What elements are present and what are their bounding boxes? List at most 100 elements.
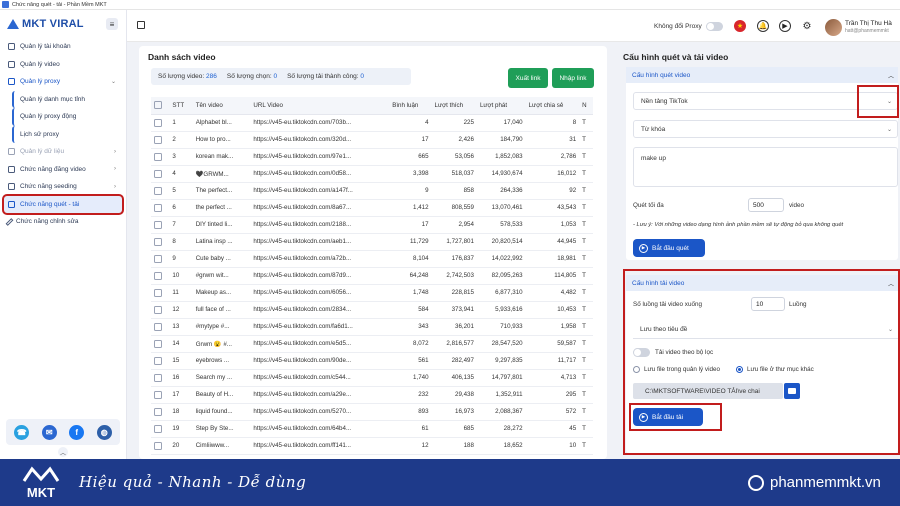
column-header[interactable]: Lượt thích — [431, 97, 477, 115]
table-row[interactable]: 7 DIY tinted li... https://v45-eu.tiktokcd… — [151, 216, 593, 234]
proxy-switch[interactable] — [705, 22, 723, 31]
row-checkbox[interactable] — [151, 437, 170, 455]
start-download-button[interactable]: ▶ Bắt đầu tải — [633, 408, 703, 426]
column-header[interactable]: N — [579, 97, 593, 115]
flag-vn-icon[interactable]: ★ — [734, 20, 746, 32]
bell-icon[interactable]: 🔔 — [757, 20, 769, 32]
row-checkbox[interactable] — [151, 335, 170, 353]
column-header[interactable]: Lượt chia sẻ — [525, 97, 580, 115]
facebook-icon[interactable]: f — [69, 424, 85, 440]
radio-button[interactable] — [633, 366, 640, 373]
column-header[interactable]: Lượt phát — [476, 97, 526, 115]
keyword-type-select[interactable]: Từ khóa ⌄ — [633, 120, 898, 138]
gear-icon[interactable]: ⚙ — [801, 20, 813, 32]
row-checkbox[interactable] — [151, 403, 170, 421]
download-config-header[interactable]: Cấu hình tải video ︿ — [626, 275, 898, 291]
table-row[interactable]: 13 #mytype #... https://v45-eu.tiktokcdn.c… — [151, 318, 593, 336]
sidebar-item-edit[interactable]: Chức năng chỉnh sửa — [4, 213, 122, 231]
messenger-icon[interactable]: ✉ — [41, 424, 57, 440]
filter-switch[interactable] — [633, 348, 650, 357]
row-checkbox[interactable] — [151, 199, 170, 217]
sidebar-item-post-video[interactable]: Chức năng đăng video › — [4, 161, 122, 179]
table-row[interactable]: 1 Alphabet bl... https://v45-eu.tiktokcdn.… — [151, 114, 593, 132]
row-checkbox[interactable] — [151, 250, 170, 268]
row-checkbox[interactable] — [151, 216, 170, 234]
sidebar-item-accounts[interactable]: Quản lý tài khoản — [4, 38, 122, 56]
radio-other-folder[interactable]: Lưu file ở thư mục khác — [736, 366, 814, 373]
row-checkbox[interactable] — [151, 386, 170, 404]
table-cell: T — [579, 233, 593, 251]
row-checkbox[interactable] — [151, 369, 170, 387]
table-row[interactable]: 5 The perfect... https://v45-eu.tiktokcdn.… — [151, 182, 593, 200]
row-checkbox[interactable] — [151, 352, 170, 370]
layout-icon[interactable] — [137, 21, 145, 29]
table-row[interactable]: 14 Grwm 😮 #... https://v45-eu.tiktokcdn.co… — [151, 335, 593, 353]
radio-button-selected[interactable] — [736, 366, 743, 373]
column-header[interactable]: STT — [169, 97, 193, 115]
row-checkbox[interactable] — [151, 233, 170, 251]
threads-input[interactable]: 10 — [751, 297, 785, 311]
sidebar-item-seeding[interactable]: Chức năng seeding › — [4, 178, 122, 196]
sidebar-item-proxy-history[interactable]: Lịch sử proxy — [12, 125, 122, 143]
row-checkbox[interactable] — [151, 267, 170, 285]
table-row[interactable]: 10 #grwm wit... https://v45-eu.tiktokcdn.c… — [151, 267, 593, 285]
table-cell: 11 — [169, 284, 193, 302]
table-row[interactable]: 6 the perfect ... https://v45-eu.tiktokcdn… — [151, 199, 593, 217]
platform-select[interactable]: Nền tảng TikTok ⌄ — [633, 92, 898, 110]
proxy-toggle[interactable]: Không đổi Proxy — [654, 22, 723, 31]
table-row[interactable]: 8 Latina insp ... https://v45-eu.tiktokcdn… — [151, 233, 593, 251]
table-row[interactable]: 4 🖤GRWM... https://v45-eu.tiktokcdn.com/0d… — [151, 165, 593, 183]
row-checkbox[interactable] — [151, 301, 170, 319]
table-row[interactable]: 2 How to pro... https://v45-eu.tiktokcdn.c… — [151, 131, 593, 149]
table-row[interactable]: 3 korean mak... https://v45-eu.tiktokcdn.c… — [151, 148, 593, 166]
start-scan-button[interactable]: ▶ Bắt đầu quét — [633, 239, 705, 257]
keywords-textarea[interactable]: make up — [633, 147, 898, 187]
table-cell: 3,398 — [389, 165, 432, 183]
table-row[interactable]: 18 liquid found... https://v45-eu.tiktokcd… — [151, 403, 593, 421]
row-checkbox[interactable] — [151, 165, 170, 183]
sidebar-item-data[interactable]: Quản lý dữ liệu › — [4, 143, 122, 161]
menu-toggle-icon[interactable]: ≡ — [106, 18, 118, 30]
sidebar-item-provinces[interactable]: Quản lý danh mục tỉnh — [12, 90, 122, 108]
support-icon[interactable]: ☎ — [14, 424, 30, 440]
table-row[interactable]: 20 Cimliiwww... https://v45-eu.tiktokcdn.c… — [151, 437, 593, 455]
import-link-button[interactable]: Nhập link — [552, 68, 594, 88]
save-mode-select[interactable]: Lưu theo tiêu đề ⌄ — [633, 321, 898, 339]
table-row[interactable]: 17 Beauty of H... https://v45-eu.tiktokcdn… — [151, 386, 593, 404]
table-cell: DIY tinted li... — [192, 216, 251, 234]
row-checkbox[interactable] — [151, 420, 170, 438]
column-header[interactable]: URL Video — [250, 97, 390, 115]
row-checkbox[interactable] — [151, 284, 170, 302]
scan-config-header[interactable]: Cấu hình quét video ︿ — [626, 67, 898, 83]
folder-icon[interactable] — [784, 383, 800, 399]
max-scan-input[interactable]: 500 — [748, 198, 784, 212]
table-row[interactable]: 19 Step By Ste... https://v45-eu.tiktokcdn… — [151, 420, 593, 438]
select-all-checkbox[interactable] — [151, 97, 170, 115]
table-row[interactable]: 16 Search my ... https://v45-eu.tiktokcdn.… — [151, 369, 593, 387]
table-row[interactable]: 11 Makeup as... https://v45-eu.tiktokcdn.c… — [151, 284, 593, 302]
play-circle-icon[interactable]: ▶ — [779, 20, 791, 32]
chevron-up-icon[interactable]: ︿ — [58, 447, 68, 457]
row-checkbox[interactable] — [151, 131, 170, 149]
filter-toggle[interactable]: Tải video theo bộ lọc — [633, 348, 713, 357]
user-profile[interactable]: Trần Thị Thu Hà hatt@phanmemmkt — [825, 16, 900, 38]
column-header[interactable]: Bình luận — [389, 97, 432, 115]
row-checkbox[interactable] — [151, 182, 170, 200]
sidebar-item-scan-download[interactable]: Chức năng quét - tải — [2, 193, 124, 215]
table-row[interactable]: 15 eyebrows ... https://v45-eu.tiktokcdn.c… — [151, 352, 593, 370]
sidebar-item-dynamic-proxy[interactable]: Quản lý proxy động — [12, 108, 122, 126]
table-cell: 9,297,835 — [476, 352, 526, 370]
save-path-field[interactable]: C:\MKTSOFTWARE\VIDEO TẢI\ve chai — [633, 383, 783, 399]
row-checkbox[interactable] — [151, 318, 170, 336]
radio-video-manager[interactable]: Lưu file trong quản lý video — [633, 366, 720, 373]
sidebar-item-videos[interactable]: Quản lý video — [4, 56, 122, 74]
globe-icon[interactable]: ◍ — [96, 424, 112, 440]
table-row[interactable]: 9 Cute baby ... https://v45-eu.tiktokcdn.c… — [151, 250, 593, 268]
row-checkbox[interactable] — [151, 148, 170, 166]
banner-website[interactable]: phanmemmkt.vn — [748, 474, 881, 491]
export-link-button[interactable]: Xuất link — [508, 68, 548, 88]
column-header[interactable]: Tên video — [192, 97, 251, 115]
sidebar-item-proxy[interactable]: Quản lý proxy ⌄ — [4, 73, 122, 91]
table-row[interactable]: 12 full face of ... https://v45-eu.tiktokc… — [151, 301, 593, 319]
row-checkbox[interactable] — [151, 114, 170, 132]
